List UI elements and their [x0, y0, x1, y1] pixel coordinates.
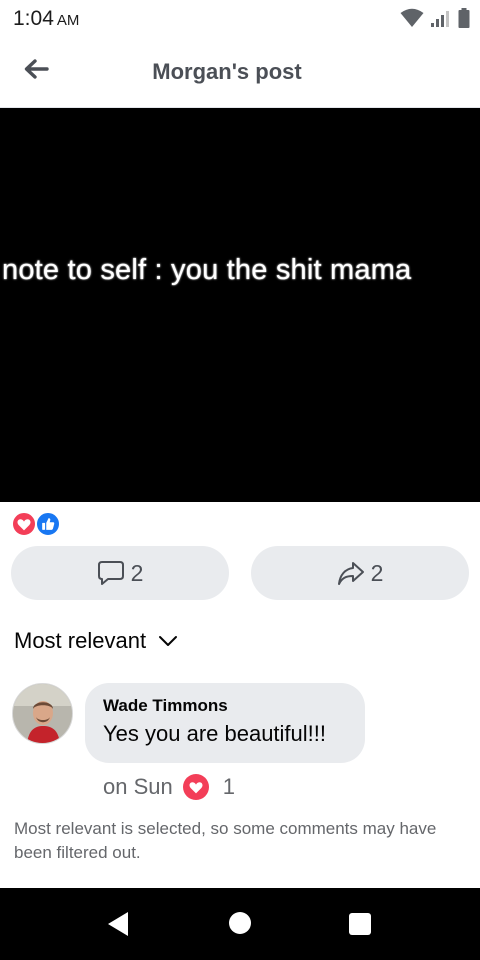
reaction-summary[interactable]: [11, 510, 71, 537]
wifi-icon: [400, 8, 424, 27]
status-bar: 1:04 AM: [0, 0, 480, 38]
chevron-down-icon: [159, 636, 178, 646]
cell-signal-icon: [431, 11, 449, 27]
love-reaction-icon[interactable]: [182, 774, 209, 800]
heart-icon: [17, 518, 31, 530]
comment-timestamp: on Sun: [103, 774, 173, 799]
share-button[interactable]: 2: [251, 546, 469, 600]
avatar[interactable]: [12, 683, 73, 744]
status-time-ampm: AM: [56, 12, 80, 29]
battery-icon: [458, 8, 470, 28]
post-image-text: note to self : you the shit mama: [2, 254, 412, 286]
nav-back-icon[interactable]: [107, 911, 129, 937]
share-count: 2: [370, 559, 384, 586]
filter-notice: Most relevant is selected, so some comme…: [14, 819, 437, 862]
comment-sort-dropdown[interactable]: Most relevant: [14, 626, 178, 656]
comment-reaction-count[interactable]: 1: [223, 774, 235, 800]
profile-photo: [13, 684, 72, 743]
comment-button[interactable]: 2: [11, 546, 229, 600]
comment-text: Yes you are beautiful!!!: [103, 721, 327, 746]
comment-bubble[interactable]: Wade Timmons Yes you are beautiful!!!: [85, 683, 365, 763]
comment-author[interactable]: Wade Timmons: [103, 696, 347, 716]
status-time-value: 1:04: [13, 7, 54, 30]
system-nav-bar: [0, 888, 480, 960]
love-reaction-icon: [11, 511, 37, 537]
share-icon: [337, 562, 364, 585]
sort-label: Most relevant: [14, 628, 147, 653]
page-title: Morgan's post: [152, 59, 302, 84]
comment-count: 2: [130, 559, 144, 586]
status-icons: [400, 7, 470, 29]
post-image[interactable]: note to self : you the shit mama: [0, 108, 480, 502]
thumbs-up-icon: [42, 518, 55, 530]
comment-icon: [97, 561, 124, 585]
nav-home-icon[interactable]: [229, 912, 251, 934]
app-header: Morgan's post: [0, 38, 480, 108]
comment-meta: on Sun 1: [103, 772, 235, 802]
like-reaction-icon: [35, 511, 61, 537]
nav-recents-icon[interactable]: [349, 913, 371, 935]
heart-icon: [189, 781, 203, 793]
status-time: 1:04 AM: [13, 7, 79, 31]
